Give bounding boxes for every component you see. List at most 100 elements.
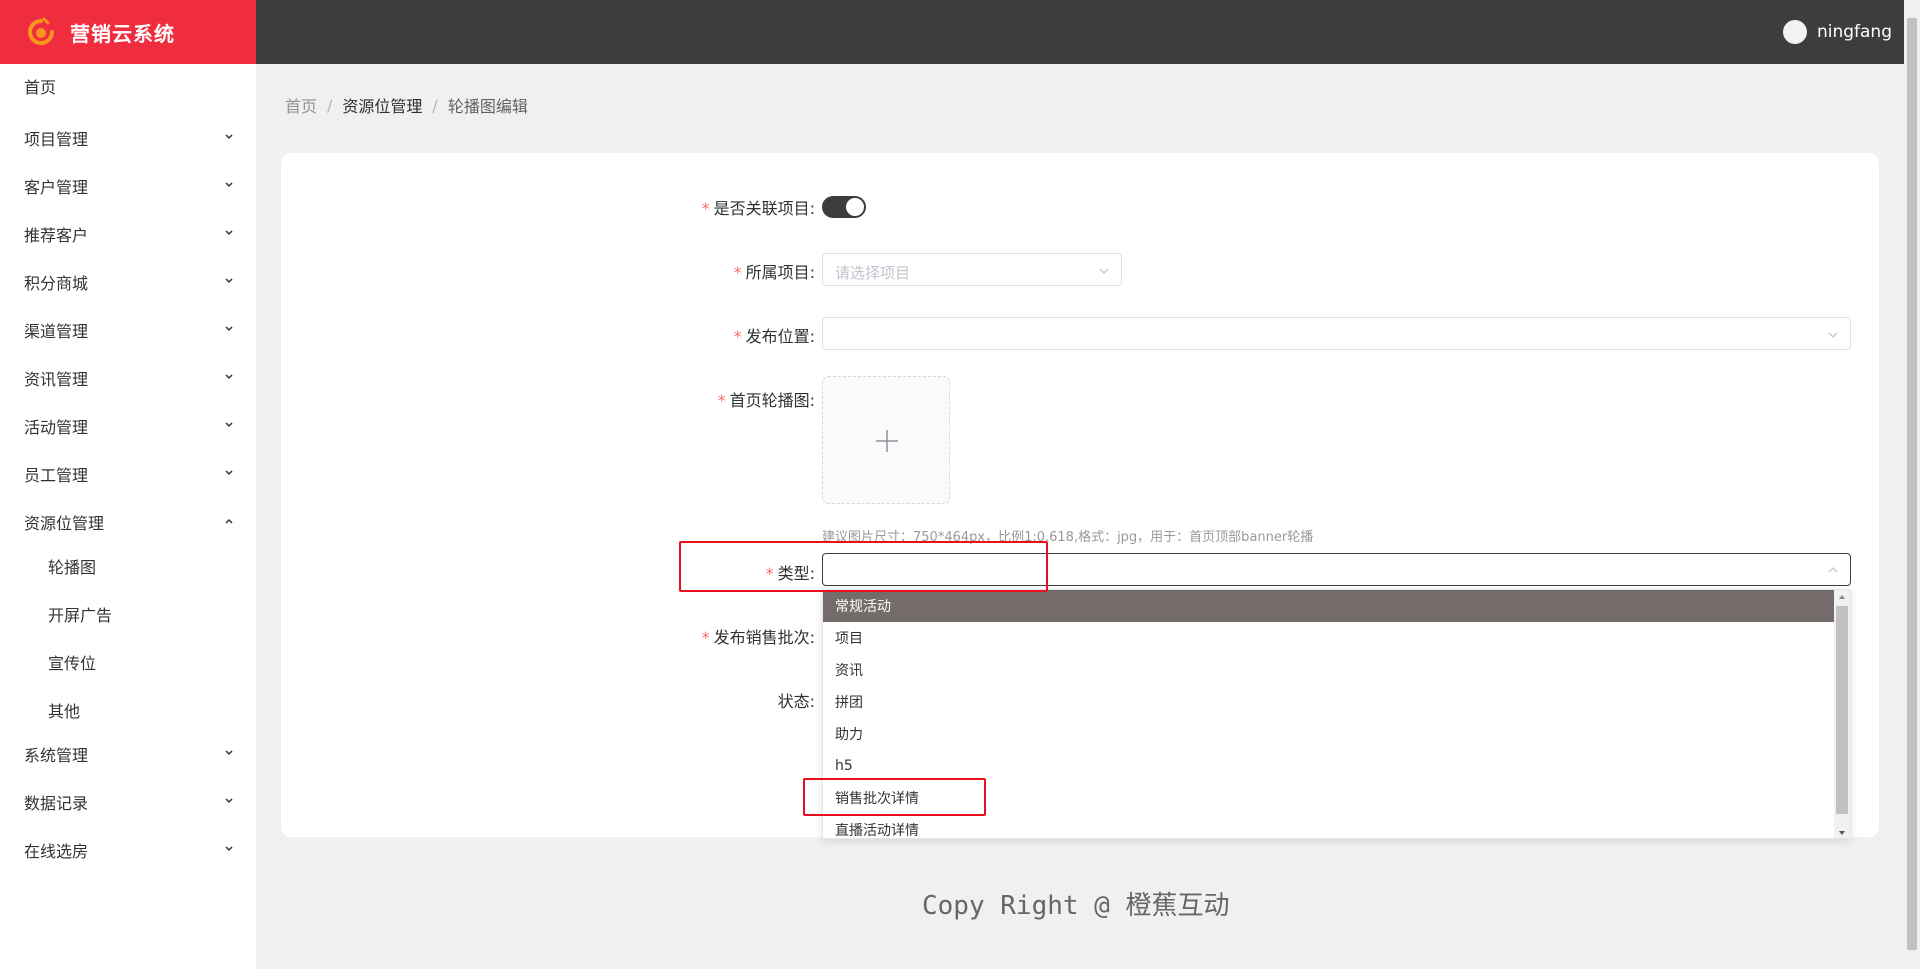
label-text: 首页轮播图: xyxy=(729,391,815,410)
sidebar-item-label: 渠道管理 xyxy=(24,322,89,341)
dropdown-scroll-thumb[interactable] xyxy=(1836,606,1848,814)
dropdown-option[interactable]: 项目 xyxy=(823,622,1836,654)
dropdown-scrollbar[interactable] xyxy=(1834,590,1850,838)
sidebar-item-system[interactable]: 系统管理 xyxy=(0,734,256,774)
banner-label: * 首页轮播图: xyxy=(718,387,815,411)
required-mark: * xyxy=(717,391,726,410)
sidebar-item-data-records[interactable]: 数据记录 xyxy=(0,782,256,822)
chevron-down-icon xyxy=(225,278,233,284)
sidebar-item-label: 数据记录 xyxy=(24,794,89,813)
breadcrumb-separator: / xyxy=(432,95,438,115)
label-text: 发布销售批次: xyxy=(713,628,815,647)
project-select-placeholder: 请选择项目 xyxy=(835,264,911,282)
avatar[interactable] xyxy=(1782,20,1807,44)
breadcrumb-separator: / xyxy=(327,95,333,115)
chevron-down-icon xyxy=(1099,268,1109,274)
sidebar-item-label: 资讯管理 xyxy=(24,370,89,389)
sidebar-subitem-other[interactable]: 其他 xyxy=(0,690,256,730)
sidebar-item-label: 在线选房 xyxy=(24,842,89,861)
scroll-up-icon[interactable] xyxy=(1838,593,1846,601)
label-text: 所属项目: xyxy=(745,263,815,282)
position-select[interactable] xyxy=(822,317,1851,350)
position-label: * 发布位置: xyxy=(734,323,815,347)
sidebar-subitem-carousel[interactable]: 轮播图 xyxy=(0,546,256,586)
dropdown-option[interactable]: 常规活动 xyxy=(823,590,1836,622)
related-project-label: * 是否关联项目: xyxy=(702,195,815,219)
sidebar-item-label: 积分商城 xyxy=(24,274,89,293)
sidebar-item-staff[interactable]: 员工管理 xyxy=(0,454,256,494)
switch-knob xyxy=(846,198,864,216)
chevron-down-icon xyxy=(1828,332,1838,338)
related-project-switch[interactable] xyxy=(822,196,866,218)
dropdown-option[interactable]: 资讯 xyxy=(823,654,1836,686)
sidebar-item-project[interactable]: 项目管理 xyxy=(0,118,256,158)
dropdown-option[interactable]: 助力 xyxy=(823,718,1836,750)
chevron-down-icon xyxy=(225,470,233,476)
logo-icon xyxy=(26,17,56,47)
sidebar-subitem-splash-ad[interactable]: 开屏广告 xyxy=(0,594,256,634)
sidebar-item-resource[interactable]: 资源位管理 xyxy=(0,502,256,542)
required-mark: * xyxy=(701,628,710,647)
dropdown-option[interactable]: 拼团 xyxy=(823,686,1836,718)
sidebar-item-label: 活动管理 xyxy=(24,418,89,437)
breadcrumb: 首页 / 资源位管理 / 轮播图编辑 xyxy=(285,93,528,117)
breadcrumb-section[interactable]: 资源位管理 xyxy=(342,93,422,117)
logo-area[interactable]: 营销云系统 xyxy=(0,0,256,64)
username[interactable]: ningfang xyxy=(1817,22,1892,42)
dropdown-option[interactable]: 直播活动详情 xyxy=(823,814,1836,838)
project-select[interactable]: 请选择项目 xyxy=(822,253,1122,286)
sidebar-item-customer[interactable]: 客户管理 xyxy=(0,166,256,206)
sidebar-item-label: 资源位管理 xyxy=(24,514,105,533)
scroll-down-icon[interactable] xyxy=(1838,829,1846,837)
sidebar-item-news[interactable]: 资讯管理 xyxy=(0,358,256,398)
chevron-up-icon xyxy=(225,518,233,524)
sidebar-item-channel[interactable]: 渠道管理 xyxy=(0,310,256,350)
chevron-up-icon xyxy=(1828,567,1838,573)
highlight-box-type xyxy=(679,541,1048,592)
label-text: 状态: xyxy=(777,692,815,711)
chevron-down-icon xyxy=(225,750,233,756)
breadcrumb-current: 轮播图编辑 xyxy=(447,97,528,116)
required-mark: * xyxy=(733,327,742,346)
status-label: 状态: xyxy=(778,688,815,712)
image-upload[interactable] xyxy=(822,376,950,504)
plus-icon xyxy=(876,430,898,452)
required-mark: * xyxy=(701,199,710,218)
breadcrumb-home[interactable]: 首页 xyxy=(285,93,317,117)
chevron-down-icon xyxy=(225,374,233,380)
sidebar-item-activity[interactable]: 活动管理 xyxy=(0,406,256,446)
sidebar-subitem-label: 其他 xyxy=(48,702,81,721)
sidebar-item-label: 客户管理 xyxy=(24,178,89,197)
app-title: 营销云系统 xyxy=(70,21,175,46)
label-text: 发布位置: xyxy=(745,327,815,346)
sidebar-subitem-label: 开屏广告 xyxy=(48,606,113,625)
sidebar-subitem-label: 宣传位 xyxy=(48,654,97,673)
sales-batch-label: * 发布销售批次: xyxy=(702,624,815,648)
user-menu[interactable]: ningfang xyxy=(1782,20,1892,44)
chevron-down-icon xyxy=(225,798,233,804)
sidebar-item-points-mall[interactable]: 积分商城 xyxy=(0,262,256,302)
sidebar-item-label: 系统管理 xyxy=(24,746,89,765)
sidebar-item-label: 首页 xyxy=(24,78,57,97)
top-bar: ningfang xyxy=(256,0,1904,64)
sidebar: 首页 项目管理 客户管理 推荐客户 积分商城 渠道管理 资讯管理 活动管理 员工… xyxy=(0,64,256,969)
chevron-down-icon xyxy=(225,422,233,428)
chevron-down-icon xyxy=(225,326,233,332)
sidebar-subitem-label: 轮播图 xyxy=(48,558,97,577)
page-scrollbar[interactable] xyxy=(1904,0,1920,969)
page-scroll-thumb[interactable] xyxy=(1907,18,1917,950)
highlight-box-option xyxy=(803,778,986,816)
label-text: 是否关联项目: xyxy=(713,199,815,218)
sidebar-subitem-promo[interactable]: 宣传位 xyxy=(0,642,256,682)
footer-copyright: Copy Right @ 橙蕉互动 xyxy=(922,891,1230,921)
sidebar-item-referral[interactable]: 推荐客户 xyxy=(0,214,256,254)
chevron-down-icon xyxy=(225,846,233,852)
sidebar-item-label: 项目管理 xyxy=(24,130,89,149)
sidebar-item-label: 员工管理 xyxy=(24,466,89,485)
chevron-down-icon xyxy=(225,230,233,236)
project-label: * 所属项目: xyxy=(734,259,815,283)
sidebar-item-label: 推荐客户 xyxy=(24,226,89,245)
sidebar-item-online-housing[interactable]: 在线选房 xyxy=(0,830,256,870)
required-mark: * xyxy=(733,263,742,282)
sidebar-item-home[interactable]: 首页 xyxy=(0,66,256,106)
